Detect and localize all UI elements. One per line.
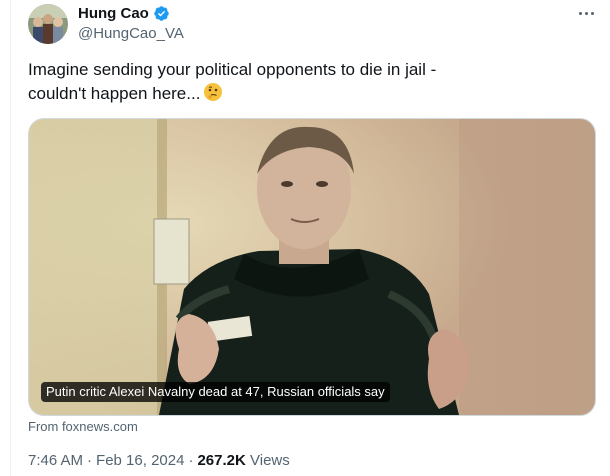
tweet-text-line-2: couldn't happen here... bbox=[28, 82, 588, 106]
verified-badge-icon bbox=[153, 5, 170, 22]
tweet-time-link[interactable]: 7:46 AM bbox=[28, 452, 83, 469]
news-photo bbox=[29, 119, 595, 415]
link-card[interactable]: Putin critic Alexei Navalny dead at 47, … bbox=[28, 118, 596, 416]
author-handle[interactable]: @HungCao_VA bbox=[78, 25, 184, 42]
avatar-image bbox=[28, 4, 68, 44]
author-display-name[interactable]: Hung Cao bbox=[78, 5, 149, 22]
tweet: Hung Cao @HungCao_VA Imagine sending you… bbox=[0, 0, 610, 476]
thinking-face-emoji-icon bbox=[203, 82, 223, 102]
meta-separator: · bbox=[87, 452, 93, 469]
tweet-text-line-1: Imagine sending your political opponents… bbox=[28, 60, 437, 79]
tweet-text: Imagine sending your political opponents… bbox=[28, 58, 588, 106]
views-count: 267.2K bbox=[197, 452, 246, 469]
tweet-date-link[interactable]: Feb 16, 2024 bbox=[96, 452, 184, 469]
avatar[interactable] bbox=[28, 4, 68, 44]
author-name-row: Hung Cao bbox=[78, 5, 170, 22]
views-label: Views bbox=[250, 452, 290, 469]
tweet-text-line-2-text: couldn't happen here... bbox=[28, 84, 201, 103]
more-options-icon[interactable] bbox=[574, 4, 598, 22]
meta-separator-2: · bbox=[188, 452, 194, 469]
card-headline: Putin critic Alexei Navalny dead at 47, … bbox=[41, 382, 390, 402]
tweet-meta: 7:46 AM · Feb 16, 2024 · 267.2K Views bbox=[28, 452, 290, 469]
card-source[interactable]: From foxnews.com bbox=[28, 419, 138, 434]
